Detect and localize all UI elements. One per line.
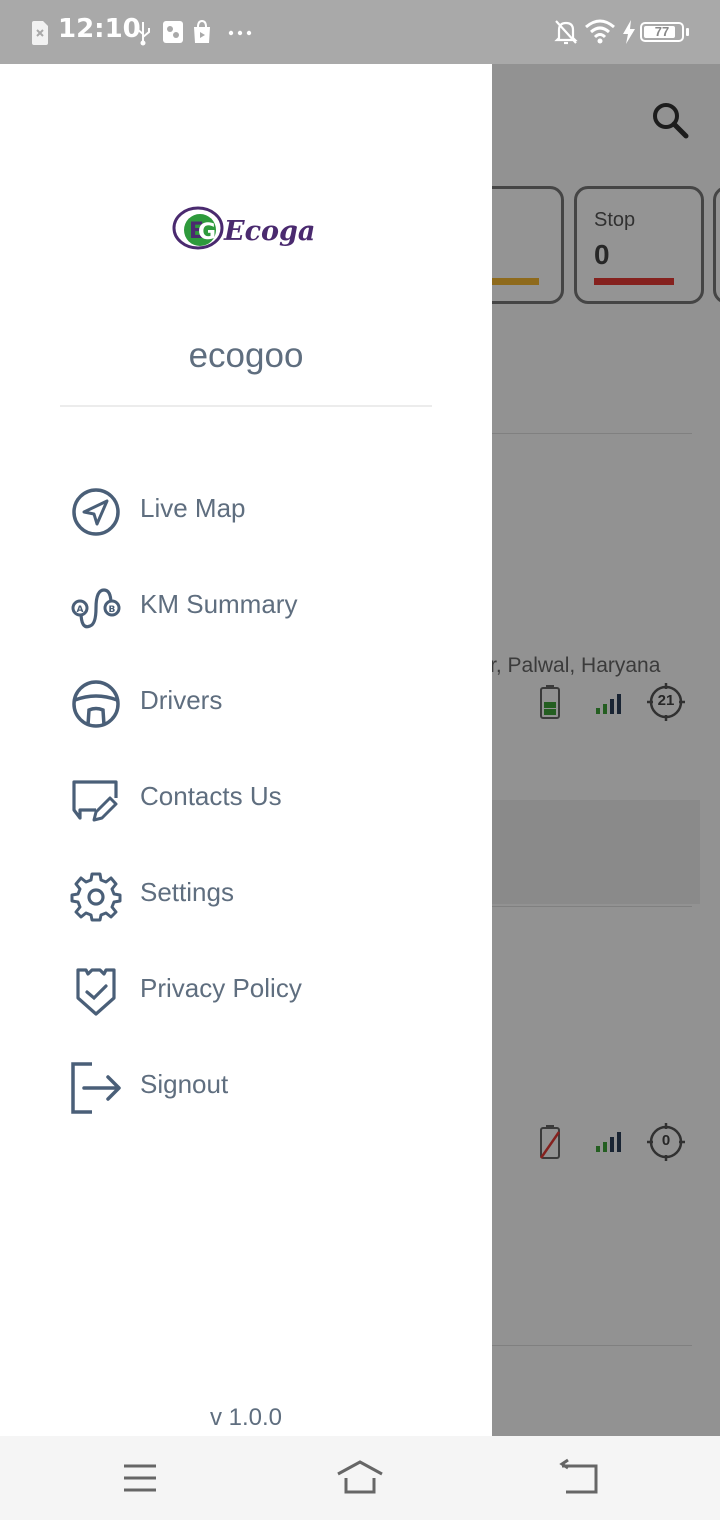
silent-icon [554,20,578,45]
more-icon [228,30,252,36]
divider [60,405,432,407]
battery-level: 77 [654,24,670,39]
menu-label: KM Summary [140,589,298,619]
menu-icon[interactable] [116,1454,164,1502]
app-version: v 1.0.0 [209,1404,283,1431]
clock: 12:10 [58,14,141,44]
charging-icon [623,20,635,44]
menu-item-live-map[interactable]: Live Map [60,476,480,546]
menu-item-drivers[interactable]: Drivers [60,668,480,738]
wifi-icon [585,19,615,44]
menu-label: Signout [140,1069,229,1099]
home-icon[interactable] [336,1454,384,1502]
battery-icon: 77 [640,22,684,42]
navigation-drawer: E G Ecogas ecogoo Live Map A B KM Summar… [0,64,492,1436]
menu-item-signout[interactable]: Signout [60,1052,480,1122]
menu-item-settings[interactable]: Settings [60,860,480,930]
svg-text:B: B [109,605,116,615]
shield-check-icon [76,968,116,1016]
signout-icon [71,1062,121,1114]
steering-wheel-icon [72,680,120,728]
navigation-arrow-icon [72,488,120,536]
menu-label: Drivers [140,685,223,715]
gear-icon [70,872,122,922]
menu-label: Privacy Policy [140,973,302,1003]
status-bar: 12:10 77 [0,0,720,64]
menu-item-contacts-us[interactable]: Contacts Us [60,764,480,834]
menu-label: Settings [140,877,234,907]
sim-icon [32,21,48,45]
system-nav-bar [0,1436,720,1520]
menu-item-privacy-policy[interactable]: Privacy Policy [60,956,480,1026]
menu-label: Live Map [140,493,246,523]
menu-item-km-summary[interactable]: A B KM Summary [60,572,480,642]
ecogas-logo: E G Ecogas [172,204,331,256]
app-icon [163,21,183,43]
svg-text:A: A [77,605,84,615]
username: ecogoo [188,336,304,375]
store-icon [194,20,210,43]
usb-icon [136,22,150,46]
svg-text:G: G [198,220,216,245]
svg-text:Ecogas: Ecogas [223,216,314,247]
menu-label: Contacts Us [140,781,282,811]
back-icon[interactable] [556,1454,604,1502]
route-ab-icon: A B [71,588,121,629]
chat-edit-icon [72,780,118,822]
